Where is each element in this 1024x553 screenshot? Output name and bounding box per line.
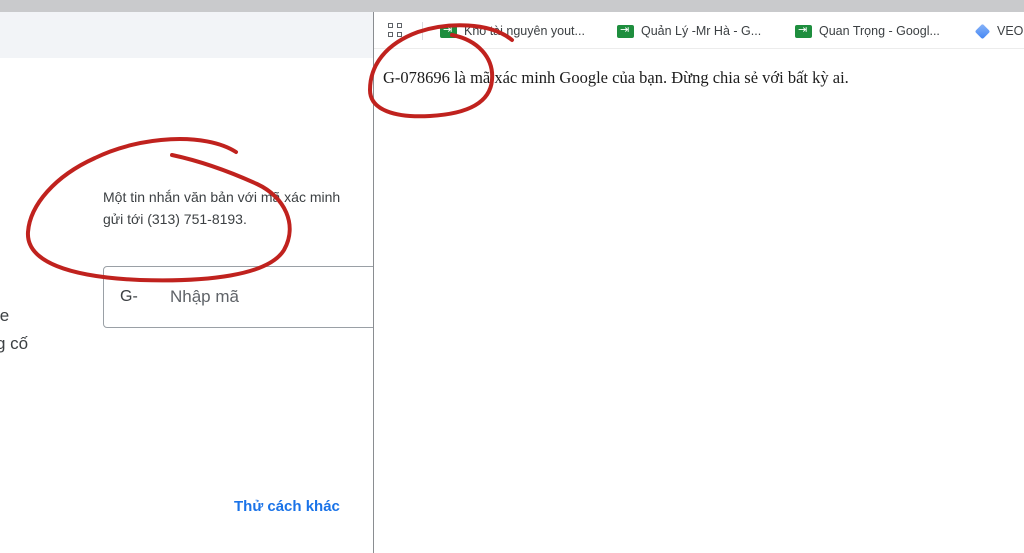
bookmark-item[interactable]: VEO: [974, 21, 1024, 41]
bookmarks-separator: [422, 22, 423, 40]
sms-viewer-window: Kho tài nguyên yout... Quản Lý -Mr Hà - …: [374, 12, 1024, 553]
sms-notice-line-2: gửi tới (313) 751-8193.: [103, 211, 247, 227]
bookmark-label: Quản Lý -Mr Hà - G...: [641, 24, 762, 38]
verification-code-field[interactable]: G-: [103, 266, 373, 328]
cutoff-text-line-2: g cố: [0, 334, 29, 353]
window-top-strip: [0, 0, 1024, 12]
sms-message-text: G-078696 là mã xác minh Google của bạn. …: [383, 68, 849, 87]
apps-grid-icon[interactable]: [388, 23, 404, 39]
bookmark-item[interactable]: Kho tài nguyên yout...: [440, 21, 585, 41]
verification-code-input[interactable]: [170, 283, 370, 311]
bookmark-label: Kho tài nguyên yout...: [464, 24, 585, 38]
bookmark-folder-icon: [617, 23, 634, 38]
bookmark-folder-icon: [440, 23, 457, 38]
try-another-way-link[interactable]: Thử cách khác: [234, 498, 340, 515]
sms-notice-line-1: Một tin nhắn văn bản với mã xác minh: [103, 189, 341, 205]
page-header-bar: [0, 12, 373, 58]
veo-icon: [974, 23, 991, 39]
cutoff-text-line-1: le: [0, 306, 10, 325]
google-verification-page: Một tin nhắn văn bản với mã xác minh gửi…: [0, 12, 373, 553]
code-prefix: G-: [120, 288, 138, 305]
bookmark-label: Quan Trọng - Googl...: [819, 24, 940, 38]
bookmark-item[interactable]: Quản Lý -Mr Hà - G...: [617, 21, 761, 41]
bookmarks-bar: Kho tài nguyên yout... Quản Lý -Mr Hà - …: [374, 12, 1024, 49]
bookmark-folder-icon: [795, 23, 812, 38]
bookmark-label: VEO: [997, 24, 1024, 38]
bookmark-item[interactable]: Quan Trọng - Googl...: [795, 21, 940, 41]
sms-sent-notice: Một tin nhắn văn bản với mã xác minh gửi…: [103, 186, 373, 230]
